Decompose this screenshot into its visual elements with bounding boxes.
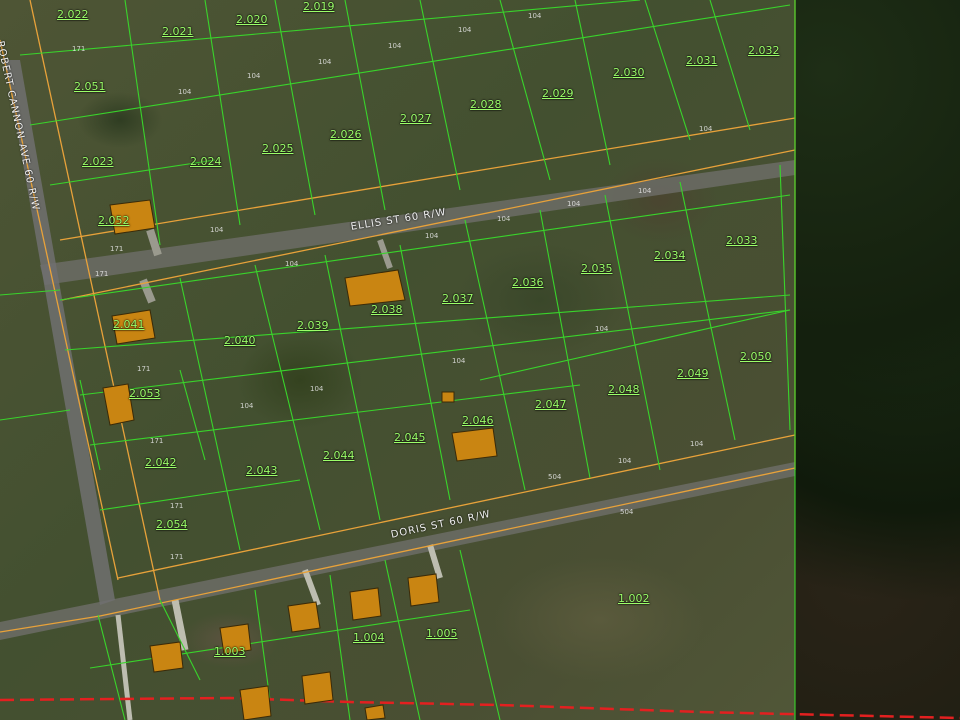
parcel-label[interactable]: 2.024 bbox=[190, 155, 222, 168]
parcel-label[interactable]: 2.021 bbox=[162, 25, 194, 38]
parcel-label[interactable]: 2.038 bbox=[371, 303, 403, 316]
dimension-label: 104 bbox=[699, 125, 713, 133]
dimension-label: 171 bbox=[170, 502, 184, 510]
parcel-label[interactable]: 1.004 bbox=[353, 631, 385, 644]
parcel-label[interactable]: 2.040 bbox=[224, 334, 256, 347]
dimension-label: 104 bbox=[178, 88, 192, 96]
dimension-label: 104 bbox=[240, 402, 254, 410]
dimension-label: 104 bbox=[497, 215, 511, 223]
parcel-label[interactable]: 2.046 bbox=[462, 414, 494, 427]
parcel-label[interactable]: 2.028 bbox=[470, 98, 502, 111]
dimension-label: 171 bbox=[95, 270, 109, 278]
dimension-label: 104 bbox=[618, 457, 632, 465]
dimension-label: 104 bbox=[690, 440, 704, 448]
parcel-label[interactable]: 2.043 bbox=[246, 464, 278, 477]
parcel-label[interactable]: 2.019 bbox=[303, 0, 335, 13]
building bbox=[344, 269, 406, 307]
dimension-label: 104 bbox=[247, 72, 261, 80]
parcel-label[interactable]: 2.051 bbox=[74, 80, 106, 93]
parcel-label[interactable]: 2.035 bbox=[581, 262, 613, 275]
parcel-label[interactable]: 1.002 bbox=[618, 592, 650, 605]
parcel-label[interactable]: 2.039 bbox=[297, 319, 329, 332]
dimension-label: 104 bbox=[310, 385, 324, 393]
dimension-label: 171 bbox=[110, 245, 124, 253]
dimension-label: 104 bbox=[425, 232, 439, 240]
dimension-label: 104 bbox=[458, 26, 472, 34]
driveway bbox=[115, 614, 133, 720]
building bbox=[407, 573, 440, 607]
building bbox=[451, 427, 498, 462]
dimension-label: 104 bbox=[210, 226, 224, 234]
parcel-label[interactable]: 2.049 bbox=[677, 367, 709, 380]
dimension-label: 104 bbox=[638, 187, 652, 195]
parcel-label[interactable]: 2.026 bbox=[330, 128, 362, 141]
parcel-label[interactable]: 2.027 bbox=[400, 112, 432, 125]
parcel-label[interactable]: 2.047 bbox=[535, 398, 567, 411]
aerial-parcel-map[interactable]: ELLIS ST 60 R/W DORIS ST 60 R/W ROBERT C… bbox=[0, 0, 960, 720]
boundary-line bbox=[0, 696, 960, 720]
parcel-label[interactable]: 2.041 bbox=[113, 318, 145, 331]
dimension-label: 171 bbox=[150, 437, 164, 445]
dimension-label: 171 bbox=[137, 365, 151, 373]
dimension-label: 104 bbox=[595, 325, 609, 333]
parcel-label[interactable]: 2.031 bbox=[686, 54, 718, 67]
parcel-label[interactable]: 2.020 bbox=[236, 13, 268, 26]
parcel-label[interactable]: 2.054 bbox=[156, 518, 188, 531]
building bbox=[287, 601, 321, 633]
parcel-label[interactable]: 2.053 bbox=[129, 387, 161, 400]
dimension-label: 504 bbox=[620, 508, 634, 516]
parcel-label[interactable]: 2.023 bbox=[82, 155, 114, 168]
building bbox=[441, 391, 455, 403]
dimension-label: 104 bbox=[388, 42, 402, 50]
parcel-label[interactable]: 2.029 bbox=[542, 87, 574, 100]
parcel-label[interactable]: 2.036 bbox=[512, 276, 544, 289]
dimension-label: 504 bbox=[548, 473, 562, 481]
building bbox=[149, 641, 184, 673]
dimension-label: 171 bbox=[72, 45, 86, 53]
building bbox=[239, 685, 272, 720]
parcel-label[interactable]: 2.048 bbox=[608, 383, 640, 396]
dimension-label: 104 bbox=[452, 357, 466, 365]
parcel-label[interactable]: 2.022 bbox=[57, 8, 89, 21]
building bbox=[349, 587, 382, 621]
building bbox=[301, 671, 334, 705]
parcel-label[interactable]: 2.034 bbox=[654, 249, 686, 262]
building bbox=[364, 704, 386, 720]
dimension-label: 104 bbox=[567, 200, 581, 208]
parcel-label[interactable]: 2.045 bbox=[394, 431, 426, 444]
parcel-label[interactable]: 2.050 bbox=[740, 350, 772, 363]
parcel-label[interactable]: 2.052 bbox=[98, 214, 130, 227]
parcel-label[interactable]: 2.033 bbox=[726, 234, 758, 247]
parcel-label[interactable]: 1.003 bbox=[214, 645, 246, 658]
parcel-label[interactable]: 2.032 bbox=[748, 44, 780, 57]
doris-street-road bbox=[0, 462, 795, 640]
parcel-label[interactable]: 2.025 bbox=[262, 142, 294, 155]
parcel-label[interactable]: 1.005 bbox=[426, 627, 458, 640]
parcel-label[interactable]: 2.044 bbox=[323, 449, 355, 462]
parcel-label[interactable]: 2.037 bbox=[442, 292, 474, 305]
dimension-label: 104 bbox=[285, 260, 299, 268]
parcel-label[interactable]: 2.042 bbox=[145, 456, 177, 469]
dimension-label: 104 bbox=[318, 58, 332, 66]
parcel-label[interactable]: 2.030 bbox=[613, 66, 645, 79]
dimension-label: 104 bbox=[528, 12, 542, 20]
dimension-label: 171 bbox=[170, 553, 184, 561]
